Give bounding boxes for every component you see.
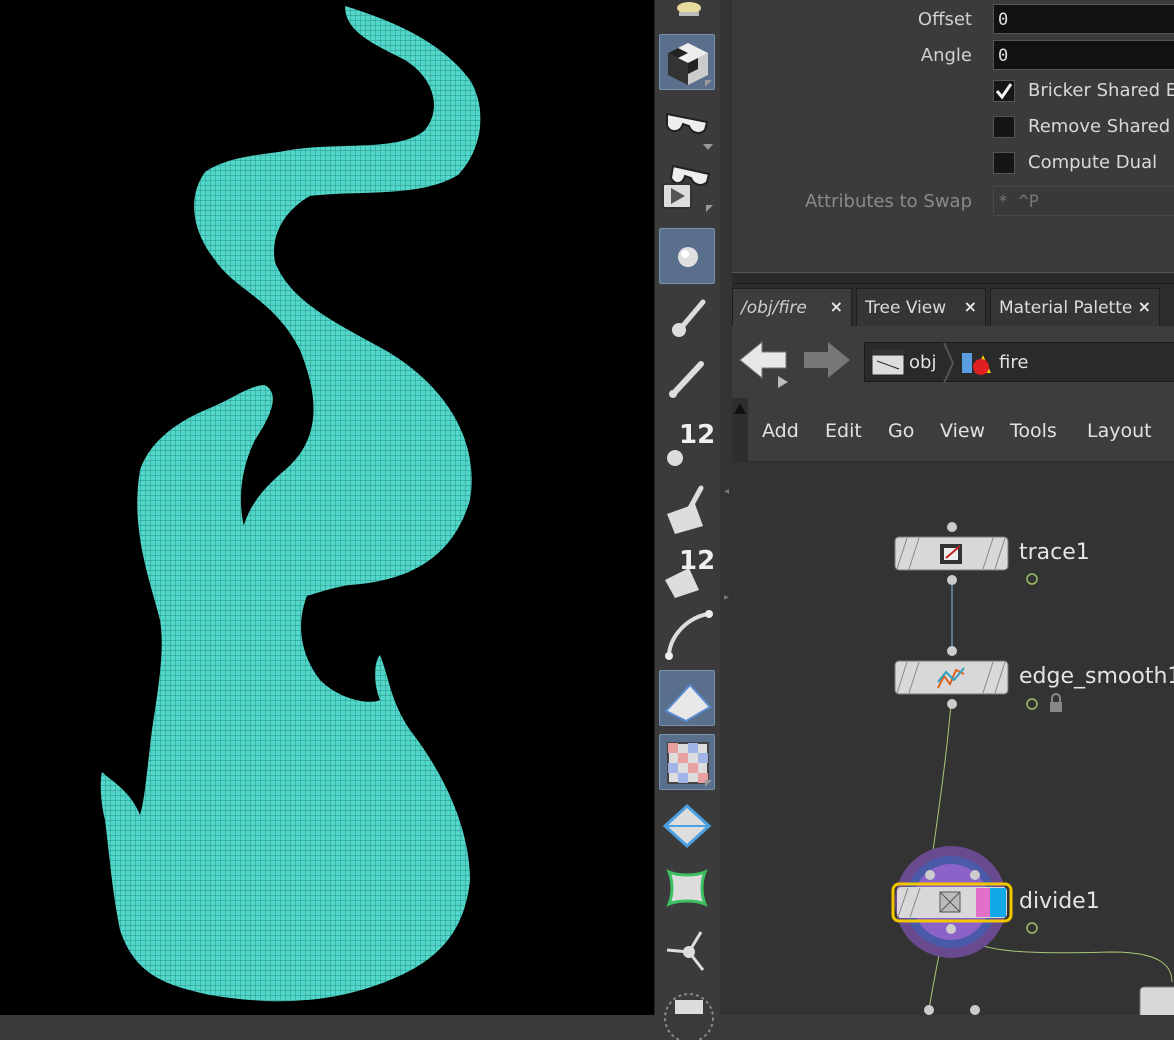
plane-icon [664,683,712,723]
curve-tool[interactable] [659,606,715,662]
lock-icon [1050,693,1062,712]
forward-arrow-icon[interactable] [802,340,852,384]
clock-icon [1026,698,1038,710]
snap-count-label: 12 [679,546,716,576]
reference-plane-tool[interactable] [659,798,715,854]
submenu-arrow-icon [706,205,713,212]
uv-patch-icon [666,869,708,907]
snap-plane-tool[interactable]: 12 [659,542,715,598]
angle-field[interactable]: 0 [993,40,1174,70]
clock-icon [1026,573,1038,585]
lightbulb-tool[interactable] [659,0,715,36]
compute-dual-label: Compute Dual [1028,152,1158,173]
select-tool[interactable] [659,228,715,284]
display-options-tool[interactable] [659,34,715,90]
pen-tool[interactable] [659,350,715,406]
menu-go[interactable]: Go [888,420,914,442]
collapse-up-icon[interactable] [732,400,748,416]
remove-shared-label: Remove Shared E [1028,116,1174,137]
check-icon [995,83,1013,100]
offscreen-node-input [970,1005,980,1015]
tab-material-palette[interactable]: Material Palette × [990,288,1160,326]
edit-plane-tool[interactable] [659,478,715,534]
menu-tools[interactable]: Tools [1010,420,1057,442]
pane-tabs: /obj/fire × Tree View × Material Palette… [732,284,1174,326]
clock-icon [1026,922,1038,934]
menubar-gutter [732,398,748,462]
back-arrow-icon[interactable] [738,338,794,388]
node-label-trace1: trace1 [1019,540,1090,565]
node-edge-smooth1[interactable] [894,646,1009,709]
tab-obj-fire[interactable]: /obj/fire × [732,288,852,326]
collapse-right-arrow-icon[interactable]: ▸ [724,592,729,603]
snap-points-tool[interactable]: 12 [659,414,715,470]
offset-field[interactable]: 0 [993,4,1174,34]
pen-icon [669,361,704,398]
flipbook-tool[interactable] [659,158,715,214]
scene-viewport[interactable] [0,0,654,1015]
attributes-to-swap-field[interactable]: * ^P [993,186,1174,216]
brush-tool[interactable] [659,290,715,346]
template-flag [976,888,990,917]
handle-icon [666,931,705,971]
node-label-edge-smooth1: edge_smooth1 [1019,664,1174,689]
bricker-shared-checkbox[interactable] [993,80,1015,102]
menu-layout[interactable]: Layout [1087,420,1152,442]
collapse-left-arrow-icon[interactable]: ◂ [724,486,729,497]
glasses-icon [666,112,713,150]
parameter-panel: Offset 0 Angle 0 Bricker Shared Ed Remov… [732,0,1174,270]
node-graph [891,522,1174,1015]
breadcrumb-obj[interactable]: obj [909,352,936,373]
tab-tree-view[interactable]: Tree View × [856,288,986,326]
sphere-icon [678,247,698,267]
geometry-object-icon [962,353,991,375]
view-tools-shelf: 12 12 [654,0,720,1040]
uv-tool[interactable] [659,860,715,916]
breadcrumb-separator-icon [943,343,955,383]
diamond-plane-icon [662,803,712,849]
background-image-tool[interactable] [659,734,715,790]
curve-icon [665,610,713,660]
node-trace1[interactable] [894,522,1009,585]
pane-splitter[interactable] [732,272,1174,284]
offscreen-node-input [924,1005,934,1015]
tab-label: /obj/fire [741,298,807,318]
close-icon[interactable]: × [1138,297,1151,316]
tab-label: Material Palette [999,298,1133,318]
network-menubar: Add Edit Go View Tools Layout [732,398,1174,462]
construction-plane-tool[interactable] [659,670,715,726]
menu-add[interactable]: Add [762,420,799,442]
menu-view[interactable]: View [940,420,985,442]
breadcrumb-fire[interactable]: fire [999,352,1028,373]
tab-label: Tree View [865,298,947,318]
path-breadcrumb: obj fire [864,342,1174,383]
bricker-shared-label: Bricker Shared Ed [1028,80,1174,101]
network-navbar: obj fire [732,326,1174,398]
brush-icon [672,299,706,337]
render-region-tool[interactable] [659,984,715,1040]
mesh-render [100,6,481,1002]
compute-dual-checkbox[interactable] [993,152,1015,174]
attributes-to-swap-label: Attributes to Swap [805,191,972,212]
close-icon[interactable]: × [964,297,977,316]
angle-label: Angle [920,45,972,66]
pane-divider[interactable] [720,0,732,1015]
node-label-divide1: divide1 [1019,889,1100,914]
submenu-arrow-icon [705,80,712,87]
network-editor[interactable]: trace1 edge_smooth1 divide1 [732,462,1174,1015]
menu-edit[interactable]: Edit [825,420,862,442]
plane-brush-icon [667,485,704,534]
submenu-arrow-icon [705,780,712,787]
offset-label: Offset [917,9,972,30]
remove-shared-checkbox[interactable] [993,116,1015,138]
offscreen-node [1139,986,1174,1015]
snap-count-label: 12 [679,420,716,450]
close-icon[interactable]: × [830,297,843,316]
node-divide1[interactable] [891,846,1013,958]
dashed-circle-icon [664,993,714,1040]
display-flag [990,888,1006,917]
obj-network-icon [871,349,905,376]
stereo-glasses-tool[interactable] [659,96,715,152]
handle-tool[interactable] [659,922,715,978]
